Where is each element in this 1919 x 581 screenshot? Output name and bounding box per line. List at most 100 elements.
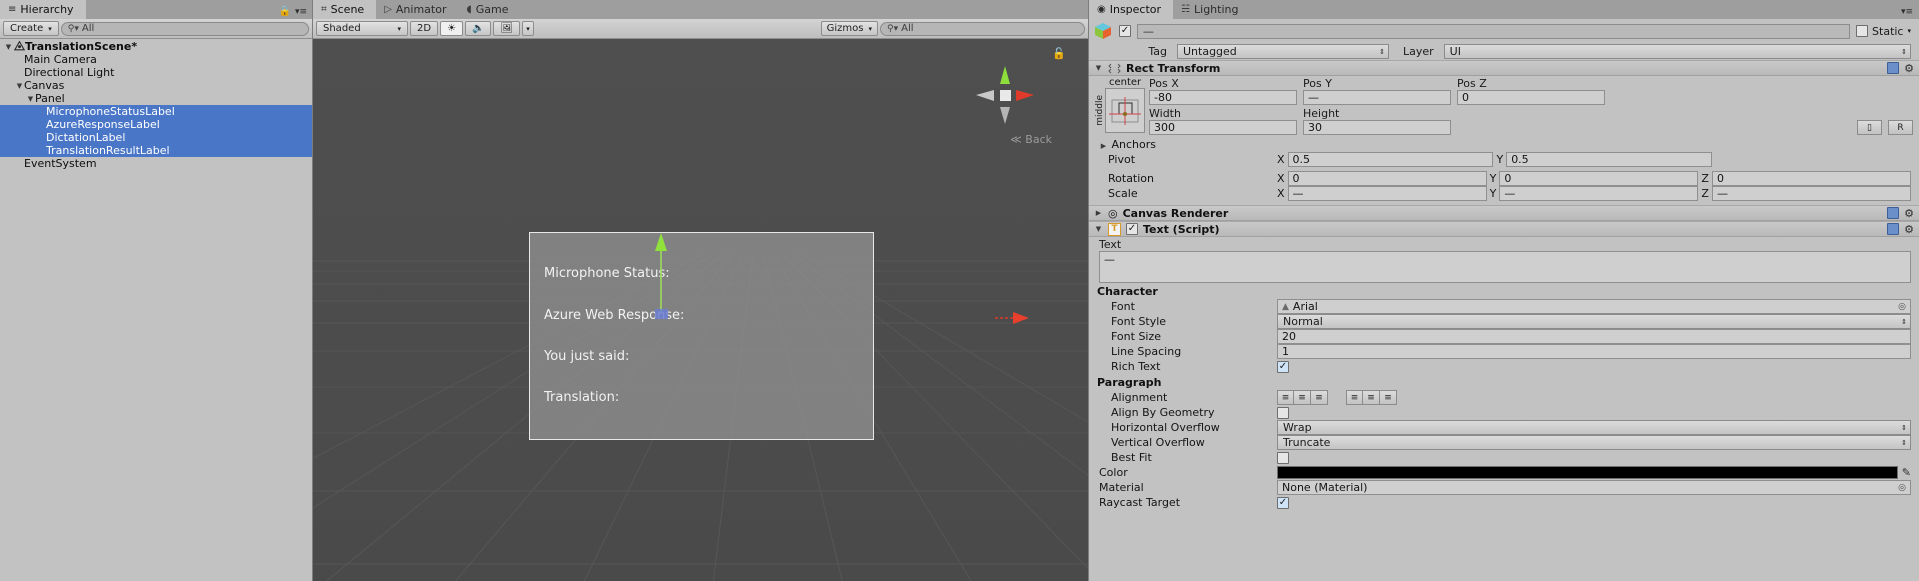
tab-game[interactable]: ◖ Game [458,0,520,19]
blueprint-mode-button[interactable]: ▯ [1857,120,1882,135]
scale-z-input[interactable]: — [1711,186,1912,201]
hierarchy-row[interactable]: ▼ TranslationScene* [0,40,312,53]
toggle-2d-button[interactable]: 2D [410,21,439,36]
layer-dropdown[interactable]: UI ⇕ [1443,44,1911,59]
chevron-down-icon[interactable]: ▾ [1907,27,1911,35]
tag-dropdown[interactable]: Untagged ⇕ [1177,44,1389,59]
font-object-field[interactable]: ▲ Arial ◎ [1277,299,1911,314]
create-button[interactable]: Create ▾ [3,21,59,36]
text-script-header[interactable]: ▼ T ✓ Text (Script) ⚙ [1089,221,1919,237]
gear-icon[interactable]: ⚙ [1904,62,1914,75]
chevron-down-icon[interactable]: ▼ [15,82,24,90]
gear-icon[interactable]: ⚙ [1904,207,1914,220]
help-book-icon[interactable] [1887,207,1900,219]
line-spacing-input[interactable]: 1 [1277,344,1911,359]
tab-animator[interactable]: ▷ Animator [376,0,458,19]
scale-label: Scale [1108,187,1138,200]
hierarchy-row[interactable]: ▶TranslationResultLabel [0,144,312,157]
hierarchy-menu-icon[interactable]: ▾≡ [295,7,307,17]
scene-view-lock-icon[interactable]: 🔓 [1052,47,1066,60]
static-checkbox[interactable] [1856,25,1869,37]
gear-icon[interactable]: ⚙ [1904,223,1914,236]
scene-search-input[interactable]: ⚲▾ All [880,21,1085,36]
hierarchy-tree[interactable]: ▼TranslationScene*▶Main Camera▶Direction… [0,39,312,581]
hierarchy-row[interactable]: ▼ Canvas [0,79,312,92]
eyedropper-icon[interactable]: ✎ [1902,466,1911,479]
tab-scene[interactable]: ⌗ Scene [313,0,377,19]
scale-x-input[interactable]: — [1287,186,1487,201]
best-fit-checkbox[interactable] [1277,451,1289,464]
text-enabled-checkbox[interactable]: ✓ [1126,223,1138,235]
color-swatch[interactable] [1277,466,1898,479]
hierarchy-row[interactable]: ▶Directional Light [0,66,312,79]
scene-fx-dropdown[interactable]: ▾ [522,21,534,36]
inspector-menu-icon[interactable]: ▾≡ [1901,7,1919,19]
object-picker-icon[interactable]: ◎ [1898,483,1906,493]
horizontal-alignment-buttons[interactable]: ≡ ≡ ≡ [1277,390,1328,405]
vertical-alignment-buttons[interactable]: ≡ ≡ ≡ [1346,390,1397,405]
hierarchy-lock-icon[interactable]: 🔒 [278,6,290,17]
tab-hierarchy[interactable]: ≡ Hierarchy [0,0,86,19]
material-object-field[interactable]: None (Material) ◎ [1277,480,1911,495]
object-enabled-checkbox[interactable]: ✓ [1119,25,1131,37]
horizontal-overflow-dropdown[interactable]: Wrap ⇕ [1277,420,1911,435]
scene-lighting-toggle[interactable]: ☀ [440,21,464,36]
align-bottom-button[interactable]: ≡ [1380,390,1397,405]
rotation-z-input[interactable]: 0 [1711,171,1912,186]
tab-inspector[interactable]: ◉ Inspector [1089,0,1174,19]
pos-z-input[interactable]: 0 [1457,90,1605,105]
object-name-field[interactable]: — [1137,23,1851,39]
scene-orientation-gizmo[interactable] [974,64,1036,126]
chevron-down-icon[interactable]: ▼ [26,95,35,103]
scene-fx-toggle[interactable]: 🖼 [493,21,521,36]
anchor-preset-button[interactable] [1105,88,1145,133]
align-right-button[interactable]: ≡ [1311,390,1328,405]
rotation-y-input[interactable]: 0 [1499,171,1699,186]
chevron-down-icon[interactable]: ▼ [1094,225,1103,233]
raycast-target-checkbox[interactable]: ✓ [1277,496,1289,509]
font-size-input[interactable]: 20 [1277,329,1911,344]
anchors-row[interactable]: ▶ Anchors [1089,137,1919,152]
hierarchy-search-input[interactable]: ⚲▾ All [60,21,309,36]
rect-transform-header[interactable]: ▼ Rect Transform ⚙ [1089,60,1919,76]
chevron-down-icon[interactable]: ▼ [1094,64,1103,72]
scene-audio-toggle[interactable]: 🔈 [465,21,492,36]
hierarchy-row[interactable]: ▶Main Camera [0,53,312,66]
align-center-button[interactable]: ≡ [1294,390,1311,405]
height-input[interactable]: 30 [1303,120,1451,135]
scene-viewport[interactable]: Microphone Status: Azure Web Response: You… [313,39,1088,581]
tab-lighting[interactable]: ☵ Lighting [1173,0,1250,19]
object-picker-icon[interactable]: ◎ [1898,302,1906,312]
move-gizmo-x-axis[interactable] [993,307,1033,329]
help-book-icon[interactable] [1887,223,1900,235]
text-value-textarea[interactable]: — [1099,251,1911,283]
move-gizmo[interactable] [643,229,703,319]
raw-edit-mode-button[interactable]: R [1888,120,1913,135]
canvas-renderer-header[interactable]: ▶ ◎ Canvas Renderer ⚙ [1089,205,1919,221]
rich-text-checkbox[interactable]: ✓ [1277,360,1289,373]
font-style-dropdown[interactable]: Normal ⇕ [1277,314,1911,329]
width-input[interactable]: 300 [1149,120,1297,135]
chevron-down-icon[interactable]: ▼ [4,43,13,51]
hierarchy-row[interactable]: ▼ Panel [0,92,312,105]
shading-mode-dropdown[interactable]: Shaded ▾ [316,21,408,36]
vertical-overflow-dropdown[interactable]: Truncate ⇕ [1277,435,1911,450]
align-top-button[interactable]: ≡ [1346,390,1363,405]
hierarchy-row[interactable]: ▶AzureResponseLabel [0,118,312,131]
rotation-x-input[interactable]: 0 [1287,171,1487,186]
chevron-right-icon[interactable]: ▶ [1094,209,1103,217]
pivot-x-input[interactable]: 0.5 [1287,152,1494,167]
help-book-icon[interactable] [1887,62,1900,74]
hierarchy-row[interactable]: ▶DictationLabel [0,131,312,144]
pos-x-input[interactable]: -80 [1149,90,1297,105]
pos-y-input[interactable]: — [1303,90,1451,105]
align-left-button[interactable]: ≡ [1277,390,1294,405]
chevron-right-icon[interactable]: ▶ [1099,142,1108,150]
gizmos-dropdown[interactable]: Gizmos ▾ [820,21,878,36]
align-by-geometry-checkbox[interactable] [1277,406,1289,419]
hierarchy-row[interactable]: ▶EventSystem [0,157,312,170]
hierarchy-row[interactable]: ▶MicrophoneStatusLabel [0,105,312,118]
pivot-y-input[interactable]: 0.5 [1506,152,1713,167]
scale-y-input[interactable]: — [1499,186,1699,201]
align-middle-button[interactable]: ≡ [1363,390,1380,405]
